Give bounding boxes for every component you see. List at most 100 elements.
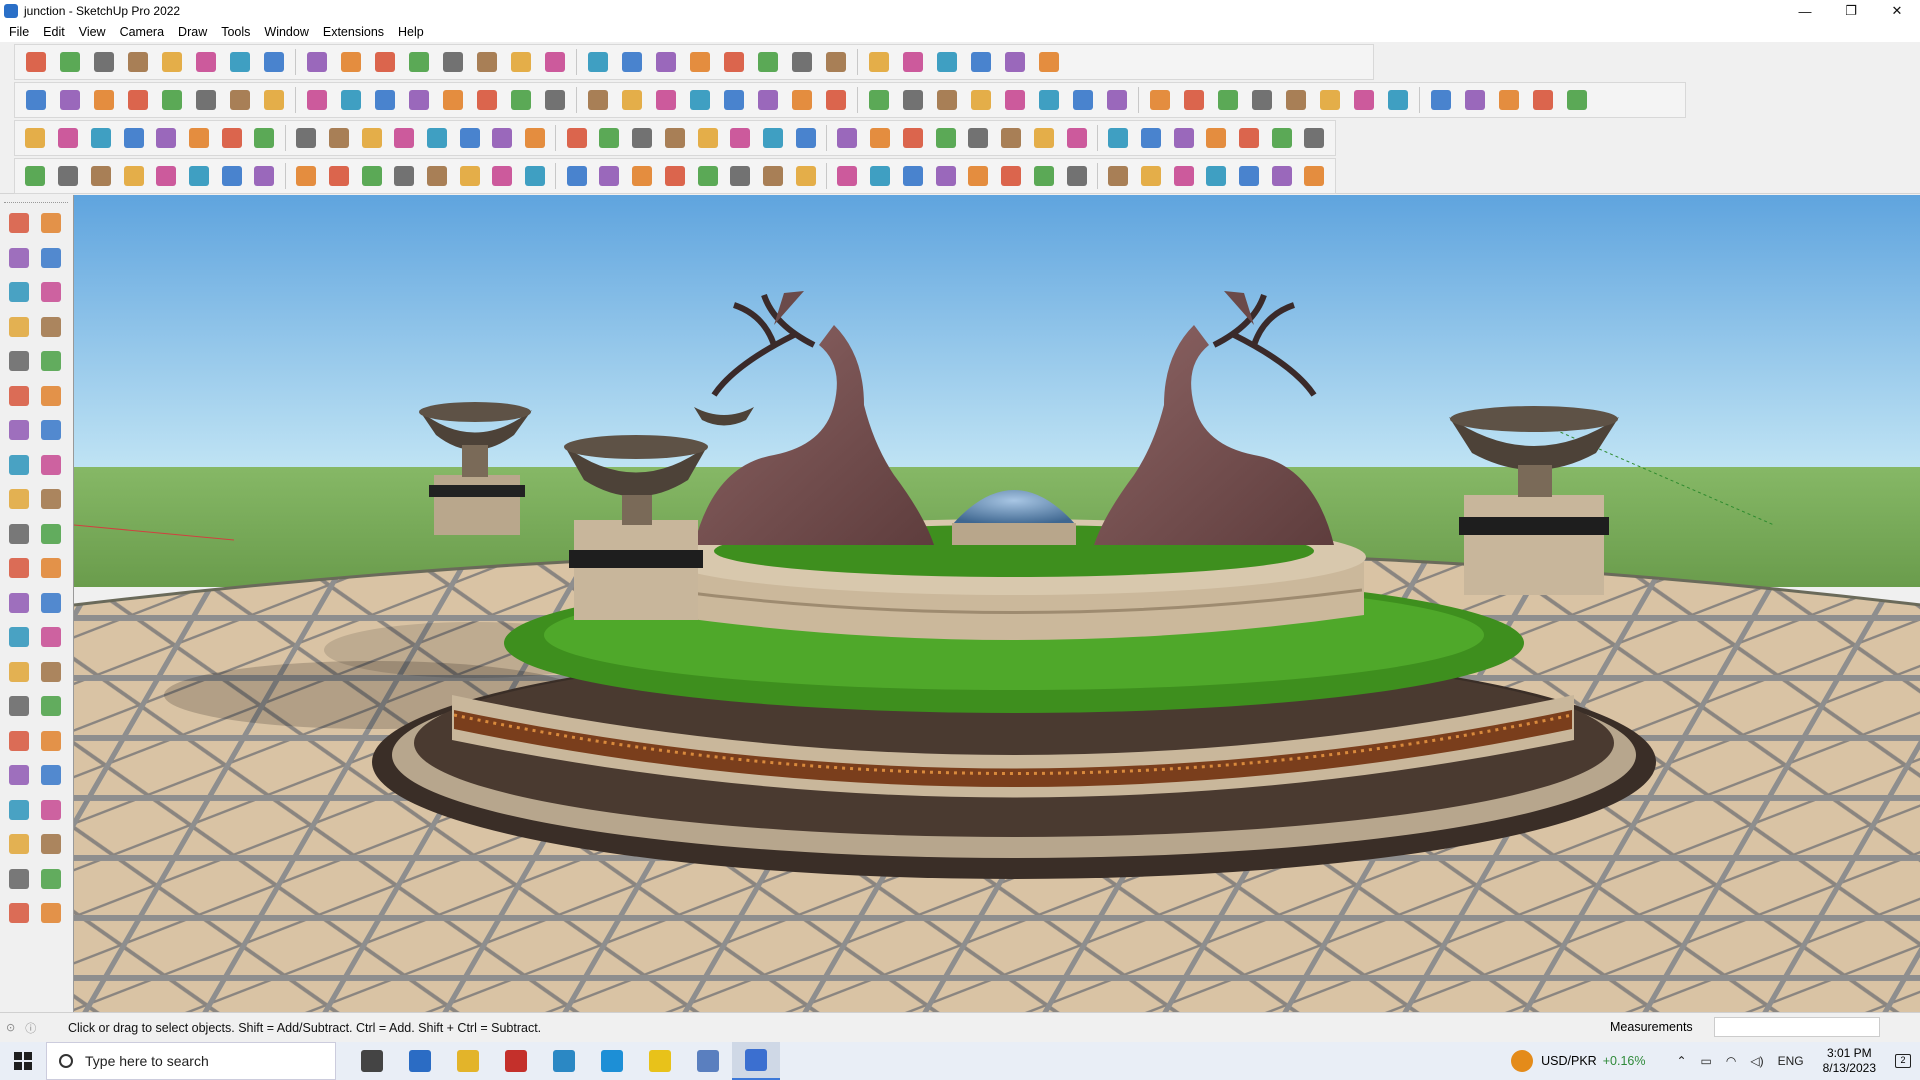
nodes-red-icon[interactable] [965,124,992,152]
rectangle-icon[interactable] [192,48,220,76]
shape-blue-icon[interactable] [1214,86,1242,114]
layers2-icon[interactable] [38,900,64,926]
resize-icon[interactable] [1282,86,1310,114]
stairs-icon[interactable] [727,162,754,190]
path-icon[interactable] [22,162,49,190]
wood-icon[interactable] [358,124,385,152]
curve-red2-icon[interactable] [456,162,483,190]
roof-icon[interactable] [720,86,748,114]
restore-button[interactable]: ❐ [1828,0,1874,22]
formula-icon[interactable] [822,86,850,114]
wifi-icon[interactable]: ◠ [1726,1054,1736,1068]
tag-icon[interactable] [1180,86,1208,114]
facade-icon[interactable] [489,162,516,190]
zoom-icon[interactable] [22,48,50,76]
corner-icon[interactable] [424,124,451,152]
offset-icon[interactable] [38,555,64,581]
warehouse-icon[interactable] [788,48,816,76]
scene-canvas[interactable] [74,195,1920,1012]
sketchup-icon[interactable] [732,1042,780,1080]
wall-icon[interactable] [652,86,680,114]
push-blue-icon[interactable] [192,86,220,114]
measurements-input[interactable] [1714,1017,1880,1037]
grid-orange2-icon[interactable] [1170,124,1197,152]
menu-window[interactable]: Window [257,25,315,39]
three-point-arc-icon[interactable] [6,452,32,478]
paint-bucket-icon[interactable] [6,245,32,271]
toolbar-grip[interactable] [4,202,68,205]
scissors-icon[interactable] [120,162,147,190]
task-view-icon[interactable] [348,1042,396,1080]
stars-icon[interactable] [1063,124,1090,152]
push-dark-icon[interactable] [158,86,186,114]
line-icon[interactable] [124,48,152,76]
zoom-window-icon[interactable] [584,48,612,76]
circle-outline-icon[interactable] [967,86,995,114]
front-view-icon[interactable] [90,86,118,114]
solid-union-icon[interactable] [439,86,467,114]
language-indicator[interactable]: ENG [1778,1054,1804,1068]
slope-icon[interactable] [522,162,549,190]
push-amber-icon[interactable] [303,86,331,114]
start-button[interactable] [0,1042,46,1080]
slats-icon[interactable] [932,162,959,190]
tree-icon[interactable] [629,124,656,152]
coil-icon[interactable] [251,162,278,190]
fan2-icon[interactable] [1268,162,1295,190]
fork3-icon[interactable] [867,162,894,190]
component-icon[interactable] [652,48,680,76]
push-orange2-icon[interactable] [337,86,365,114]
car-icon[interactable] [87,162,114,190]
arc-icon[interactable] [6,417,32,443]
layout-icon[interactable] [684,1042,732,1080]
pan-icon[interactable] [541,48,569,76]
model-viewport[interactable] [73,195,1920,1012]
leaf-icon[interactable] [865,86,893,114]
grid-green-icon[interactable] [900,124,927,152]
menu-view[interactable]: View [72,25,113,39]
nodes-brown-icon[interactable] [998,124,1025,152]
leaf2-icon[interactable] [662,162,689,190]
plane-red-icon[interactable] [153,124,180,152]
corner3-icon[interactable] [391,162,418,190]
push-pull-icon[interactable] [38,486,64,512]
loop-icon[interactable] [218,124,245,152]
axes-icon[interactable] [6,659,32,685]
push-green-icon[interactable] [260,86,288,114]
section-fill-icon[interactable] [38,866,64,892]
redo-icon[interactable] [1035,48,1063,76]
bars-icon[interactable] [1030,162,1057,190]
undo-icon[interactable] [1001,48,1029,76]
plane-blue2-icon[interactable] [55,124,82,152]
glove-icon[interactable] [1495,86,1523,114]
previous-icon[interactable] [38,762,64,788]
fan-icon[interactable] [694,162,721,190]
nodes-icon[interactable] [932,124,959,152]
slats2-icon[interactable] [1236,162,1263,190]
info-icon[interactable]: ⓘ [25,1020,36,1036]
solid-trim-icon[interactable] [507,86,535,114]
gear-icon[interactable] [153,162,180,190]
position-camera-icon[interactable] [6,797,32,823]
calculator-icon[interactable] [396,1042,444,1080]
curve-icon[interactable] [405,86,433,114]
knot-icon[interactable] [727,124,754,152]
select-icon[interactable] [6,210,32,236]
dotted-curve-icon[interactable] [1268,124,1295,152]
volume-icon[interactable]: ◁) [1750,1054,1763,1068]
arc-outline-icon[interactable] [1103,86,1131,114]
pencil-icon[interactable] [38,279,64,305]
zoom-extents-icon[interactable] [618,48,646,76]
ribbon-icon[interactable] [186,162,213,190]
iso-view-icon[interactable] [56,86,84,114]
panel-icon[interactable] [1563,86,1591,114]
eraser-icon[interactable] [38,245,64,271]
zoom-icon[interactable] [6,728,32,754]
garage-icon[interactable] [788,86,816,114]
comb-icon[interactable] [563,162,590,190]
scale-icon[interactable] [6,555,32,581]
curve-red-icon[interactable] [55,162,82,190]
pipe-icon[interactable] [391,124,418,152]
rotate-icon[interactable] [337,48,365,76]
solid-subtract-icon[interactable] [473,86,501,114]
